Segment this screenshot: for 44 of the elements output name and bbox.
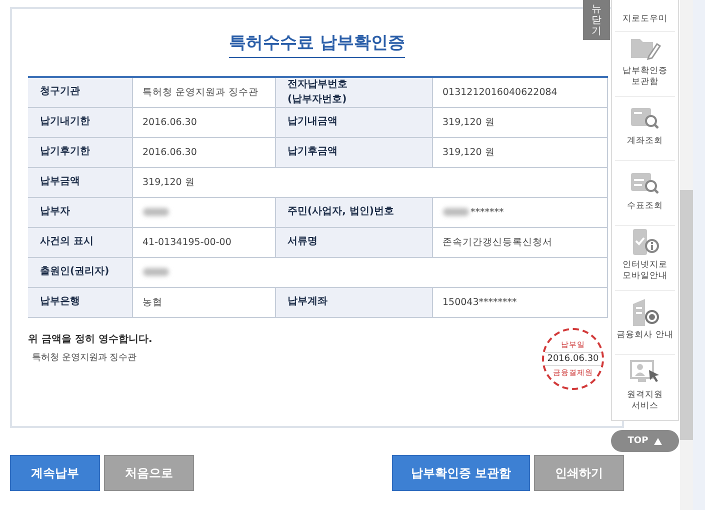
field-label: 주민(사업자, 법인)번호 <box>275 198 432 228</box>
field-label: 납부은행 <box>28 288 132 318</box>
quick-menu-item[interactable]: 지로도우미 <box>615 0 675 32</box>
quick-menu-item[interactable]: 인터넷지로 모바일안내 <box>615 226 675 291</box>
quick-menu-item[interactable]: 수표조회 <box>615 161 675 226</box>
quick-menu-item[interactable]: 원격지원 서비스 <box>615 355 675 420</box>
field-label: 납기내기한 <box>28 108 132 138</box>
quick-menu-item[interactable]: 납부확인증 보관함 <box>615 32 675 97</box>
receipt-title: 특허수수료 납부확인증 <box>229 31 405 58</box>
field-label: 사건의 표시 <box>28 228 132 258</box>
field-value: 41-0134195-00-00 <box>132 228 275 258</box>
field-value: 319,120 원 <box>432 108 608 138</box>
blurred-text <box>442 208 468 216</box>
field-label: 납부계좌 <box>275 288 432 318</box>
receipt-note: 위 금액을 정히 영수합니다. <box>28 333 152 346</box>
issuer-name: 특허청 운영지원과 징수관 <box>31 352 138 364</box>
stamp-date: 2016.06.30 <box>545 352 601 366</box>
quick-menu-item[interactable]: 계좌조회 <box>615 96 675 162</box>
field-value: 특허청 운영지원과 징수관 <box>132 77 275 108</box>
field-value: 존속기간갱신등록신청서 <box>432 228 608 258</box>
field-value: 2016.06.30 <box>132 138 275 168</box>
field-label: 출원인(권리자) <box>28 258 132 288</box>
field-label: 납부금액 <box>28 168 132 198</box>
action-button[interactable]: 계속납부 <box>10 455 100 491</box>
field-label: 청구기관 <box>28 77 132 108</box>
field-label: 전자납부번호 (납부자번호) <box>275 77 432 108</box>
close-menu-tab[interactable]: 뉴닫기 <box>583 0 610 40</box>
field-label: 납기후기한 <box>28 138 132 168</box>
field-label: 서류명 <box>275 228 432 258</box>
field-value: 농협 <box>132 288 275 318</box>
blurred-text <box>142 268 168 276</box>
up-triangle-icon <box>654 438 662 444</box>
quick-menu-item[interactable]: 금융회사 안내 <box>615 290 675 356</box>
field-label: 납기후금액 <box>275 138 432 168</box>
field-value: 150043******** <box>432 288 608 318</box>
field-value: 0131212016040622084 <box>432 77 608 108</box>
blurred-text <box>142 208 168 216</box>
field-value: 2016.06.30 <box>132 108 275 138</box>
scrollbar[interactable] <box>680 0 693 510</box>
field-value: 319,120 원 <box>432 138 608 168</box>
action-button[interactable]: 납부확인증 보관함 <box>392 455 530 491</box>
field-label: 납기내금액 <box>275 108 432 138</box>
field-label: 납부자 <box>28 198 132 228</box>
masked-value: ******* <box>470 207 504 218</box>
